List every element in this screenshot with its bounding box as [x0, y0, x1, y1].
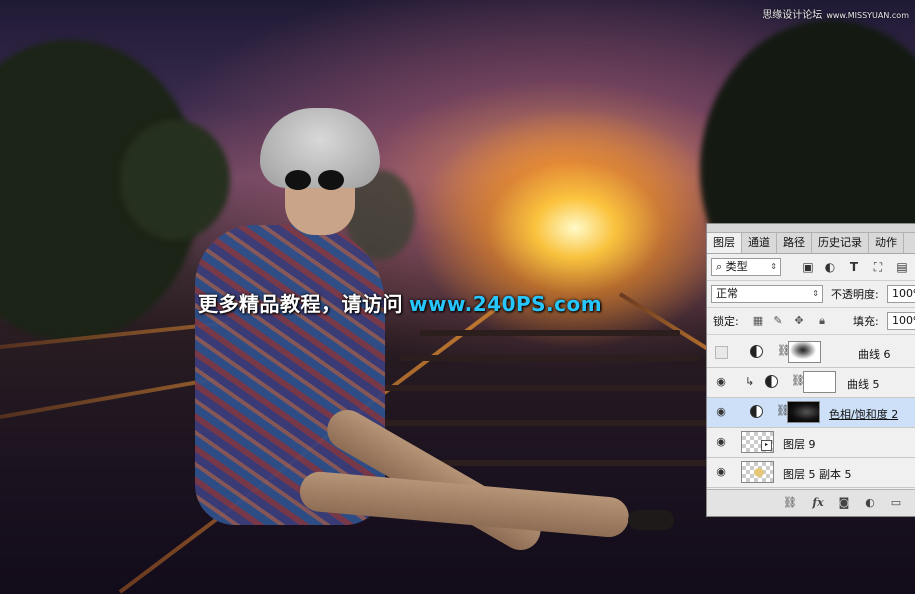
sleeper	[360, 420, 710, 426]
updown-arrow-icon: ⇕	[812, 289, 819, 298]
layer-name[interactable]: 图层 9	[783, 436, 816, 452]
image-filter-icon[interactable]: ▣	[801, 260, 815, 274]
layer-name[interactable]: 图层 5 副本 5	[783, 466, 852, 482]
filter-kind-select[interactable]: ⌕ 类型 ⇕	[711, 258, 781, 276]
smart-object-icon: ▸	[761, 440, 772, 451]
sleeper	[380, 385, 710, 391]
layer-name[interactable]: 色相/饱和度 2	[829, 406, 898, 422]
layer-list: ⛓ 曲线 6 ◉ ↳ ⛓ 曲线 5 ◉ ⛓ 色相/饱和度 2 ◉ ▸ 图层 9	[707, 338, 915, 488]
layer-name[interactable]: 曲线 6	[858, 346, 891, 362]
blend-mode-select[interactable]: 正常 ⇕	[711, 285, 823, 303]
clipping-arrow-icon: ↳	[745, 375, 755, 388]
tab-channels[interactable]: 通道	[742, 233, 777, 253]
fx-icon[interactable]: fx	[811, 496, 825, 510]
eye-icon[interactable]: ◉	[714, 406, 728, 418]
blend-mode-value: 正常	[716, 287, 738, 300]
layer-row[interactable]: ◉ ▸ 图层 9	[707, 428, 915, 458]
eye-icon[interactable]: ◉	[714, 436, 728, 448]
tab-history[interactable]: 历史记录	[812, 233, 869, 253]
fill-field[interactable]: 100%	[887, 312, 915, 330]
lock-label: 锁定:	[713, 315, 739, 328]
shoe	[628, 510, 674, 530]
layer-mask-thumbnail[interactable]	[787, 401, 820, 423]
rail-side-2	[0, 376, 218, 419]
filter-kind-value: 类型	[725, 260, 748, 273]
eye-icon[interactable]: ◉	[714, 376, 728, 388]
layer-row-selected[interactable]: ◉ ⛓ 色相/饱和度 2	[707, 398, 915, 428]
folder-icon[interactable]: ▭	[889, 496, 903, 510]
layer-row[interactable]: ⛓ 曲线 6	[707, 338, 915, 368]
glasses	[318, 170, 344, 190]
lock-transparent-icon[interactable]: ▦	[751, 314, 765, 328]
curves-adjustment-icon	[750, 345, 763, 358]
new-adjustment-icon[interactable]: ◐	[863, 496, 877, 510]
promo-url[interactable]: www.240PS.com	[409, 292, 602, 316]
layer-name[interactable]: 曲线 5	[847, 376, 880, 392]
add-mask-icon[interactable]: ◙	[837, 496, 851, 510]
layer-mask-thumbnail[interactable]	[788, 341, 821, 363]
updown-arrow-icon: ⇕	[770, 262, 777, 271]
promo-label: 更多精品教程，请访问	[198, 292, 403, 316]
layer-thumbnail[interactable]: ▸	[741, 431, 774, 453]
lock-row: 锁定: ▦ ✎ ✥ 🔒︎ 填充: 100%	[707, 308, 915, 335]
tab-layers[interactable]: 图层	[707, 233, 742, 253]
layer-mask-thumbnail[interactable]	[803, 371, 836, 393]
watermark-site: www.MISSYUAN.com	[826, 11, 909, 20]
tab-paths[interactable]: 路径	[777, 233, 812, 253]
glasses	[285, 170, 311, 190]
curves-adjustment-icon	[765, 375, 778, 388]
panel-footer: ⛓ fx ◙ ◐ ▭	[707, 489, 915, 516]
layer-row[interactable]: ◉ ↳ ⛓ 曲线 5	[707, 368, 915, 398]
sleeper	[400, 355, 700, 361]
tree-left-far	[120, 120, 230, 240]
layers-panel: 图层 通道 路径 历史记录 动作 ⌕ 类型 ⇕ ▣ ◐ T ⛶ ▤ 正常 ⇕ 不…	[706, 223, 915, 517]
fill-label: 填充:	[853, 315, 879, 328]
filter-row: ⌕ 类型 ⇕ ▣ ◐ T ⛶ ▤	[707, 254, 915, 281]
smart-object-filter-icon[interactable]: ▤	[895, 260, 909, 274]
panel-grip[interactable]	[707, 224, 915, 233]
promo-text: 更多精品教程，请访问 www.240PS.com	[198, 288, 602, 317]
panel-tabs: 图层 通道 路径 历史记录 动作	[707, 233, 915, 254]
link-layers-icon[interactable]: ⛓	[783, 496, 797, 510]
shape-filter-icon[interactable]: ⛶	[871, 260, 885, 274]
watermark-text: 思缘设计论坛	[762, 10, 823, 21]
sleeper	[420, 330, 680, 336]
lock-brush-icon[interactable]: ✎	[771, 314, 785, 328]
hue-saturation-adjustment-icon	[750, 405, 763, 418]
blend-row: 正常 ⇕ 不透明度: 100%	[707, 281, 915, 308]
visibility-toggle-off[interactable]	[715, 346, 728, 359]
eye-icon[interactable]: ◉	[714, 466, 728, 478]
layer-row[interactable]: ◉ 图层 5 副本 5	[707, 458, 915, 488]
tab-actions[interactable]: 动作	[869, 233, 904, 253]
watermark: 思缘设计论坛 www.MISSYUAN.com	[762, 6, 909, 21]
search-icon: ⌕	[716, 260, 723, 273]
lock-all-icon[interactable]: 🔒︎	[815, 314, 829, 328]
adjustment-filter-icon[interactable]: ◐	[823, 260, 837, 274]
layer-content-preview	[754, 468, 764, 477]
lock-position-icon[interactable]: ✥	[792, 314, 806, 328]
opacity-label: 不透明度:	[831, 288, 879, 301]
layer-thumbnail[interactable]	[741, 461, 774, 483]
type-filter-icon[interactable]: T	[847, 260, 861, 274]
opacity-field[interactable]: 100%	[887, 285, 915, 303]
